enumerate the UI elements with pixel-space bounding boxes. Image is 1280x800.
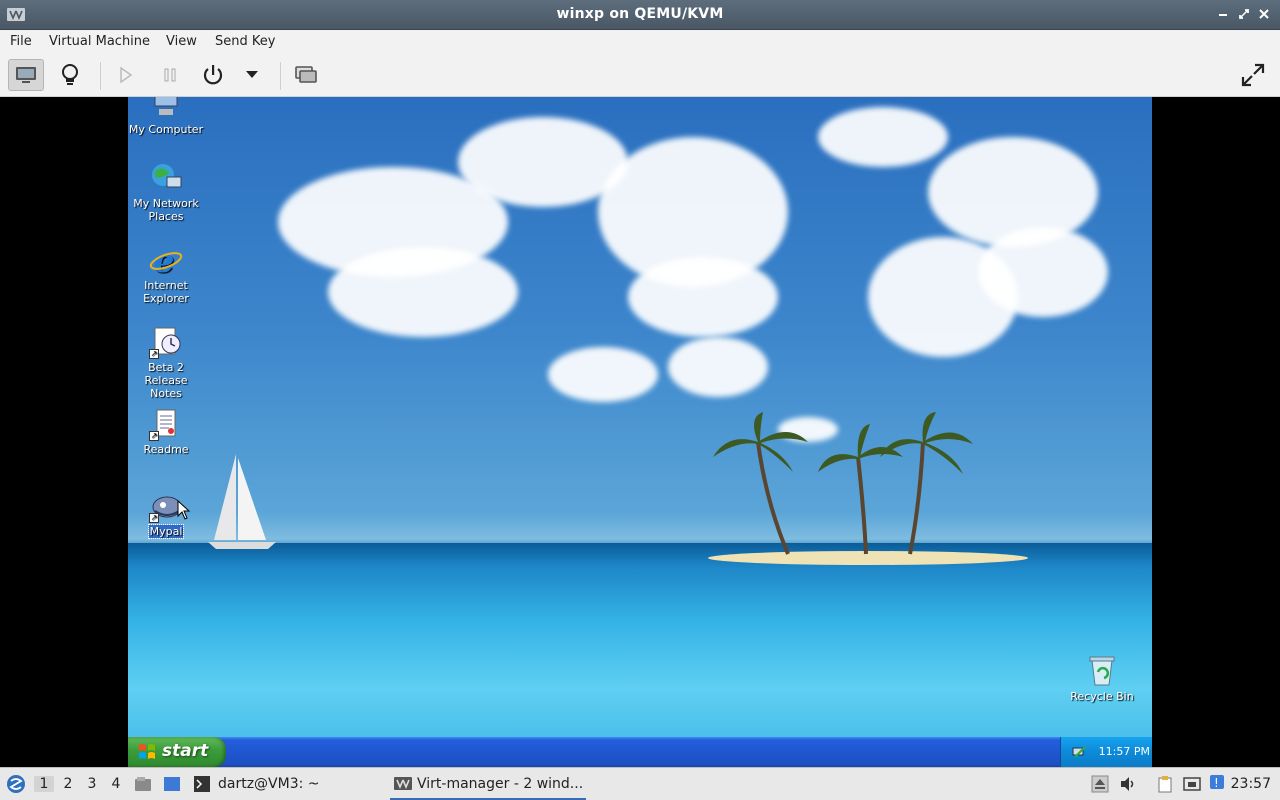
pause-button[interactable] xyxy=(152,59,188,91)
task-label: Virt-manager - 2 wind... xyxy=(417,776,584,792)
network-icon[interactable] xyxy=(1183,775,1201,793)
sailboat xyxy=(208,454,276,549)
fullscreen-icon xyxy=(1241,63,1265,87)
desktop-icon-label: Internet Explorer xyxy=(143,279,189,305)
cloud xyxy=(628,257,778,337)
shutdown-menu-button[interactable] xyxy=(234,59,270,91)
shortcut-arrow-icon: ↗ xyxy=(149,431,159,441)
svg-text:e: e xyxy=(154,243,174,277)
workspace-3[interactable]: 3 xyxy=(82,776,102,792)
cloud xyxy=(928,137,1098,247)
readme-icon: ↗ xyxy=(149,407,183,441)
shortcut-arrow-icon: ↗ xyxy=(149,513,159,523)
host-panel: 1 2 3 4 dartz@VM3: ~ Virt-manager - 2 wi… xyxy=(0,767,1280,800)
cloud xyxy=(548,347,658,402)
desktop-icon-label: Readme xyxy=(143,443,189,456)
pause-icon xyxy=(164,68,176,82)
details-button[interactable] xyxy=(52,59,88,91)
task-virt-manager[interactable]: Virt-manager - 2 wind... xyxy=(390,768,586,800)
desktop-icon-my-network-places[interactable]: My Network Places xyxy=(128,161,206,223)
start-label: start xyxy=(162,741,209,761)
close-icon[interactable] xyxy=(1257,7,1271,21)
desktop-icon-label: Beta 2 Release Notes xyxy=(144,361,188,400)
palm-trees xyxy=(713,412,973,555)
toolbar xyxy=(0,54,1280,97)
recycle-bin-icon xyxy=(1085,654,1119,688)
toolbar-separator xyxy=(100,62,101,90)
desktop-icon-label: Mypal xyxy=(147,524,185,539)
clipboard-icon[interactable] xyxy=(1156,775,1174,793)
computer-icon xyxy=(149,97,183,121)
sea xyxy=(128,543,1152,737)
workspace-2[interactable]: 2 xyxy=(58,776,78,792)
xp-system-tray: 11:57 PM xyxy=(1060,737,1152,767)
lightbulb-icon xyxy=(62,64,78,85)
eject-icon[interactable] xyxy=(1091,775,1109,793)
shortcut-arrow-icon: ↗ xyxy=(149,349,159,359)
desktop-icon-readme[interactable]: ↗ Readme xyxy=(128,407,206,456)
dropdown-arrow-icon xyxy=(246,71,258,78)
menu-view[interactable]: View xyxy=(166,34,197,49)
desktop-icon-label: Recycle Bin xyxy=(1070,690,1134,703)
console-icon xyxy=(16,67,36,83)
app-menu-icon[interactable] xyxy=(6,774,26,794)
network-tray-icon[interactable] xyxy=(1071,744,1087,760)
xp-clock: 11:57 PM xyxy=(1098,745,1150,758)
workspace-1[interactable]: 1 xyxy=(34,776,54,792)
toolbar-separator xyxy=(280,62,281,90)
desktop-icon[interactable] xyxy=(163,775,181,793)
window-titlebar: winxp on QEMU/KVM xyxy=(0,0,1280,30)
menu-virtual-machine[interactable]: Virtual Machine xyxy=(49,34,150,49)
network-places-icon xyxy=(149,161,183,195)
windows-logo-icon xyxy=(139,744,155,759)
volume-icon[interactable] xyxy=(1119,775,1137,793)
desktop-icon-my-computer[interactable]: My Computer xyxy=(128,97,206,136)
power-icon xyxy=(203,65,223,85)
desktop-icon-beta-2-release-notes[interactable]: ↗ Beta 2 Release Notes xyxy=(128,325,206,400)
guest-desktop[interactable]: My Computer My Network Places e Internet… xyxy=(128,97,1152,767)
shutdown-button[interactable] xyxy=(195,59,231,91)
console-button[interactable] xyxy=(8,59,44,91)
virt-manager-icon xyxy=(394,777,412,790)
menu-file[interactable]: File xyxy=(10,34,32,49)
desktop-icon-label: My Computer xyxy=(128,123,204,136)
file-manager-icon[interactable] xyxy=(134,775,152,793)
menu-bar: File Virtual Machine View Send Key xyxy=(0,30,1280,54)
xp-taskbar: start 11:57 PM xyxy=(128,737,1152,767)
svg-text:!: ! xyxy=(1214,776,1219,790)
task-terminal[interactable]: dartz@VM3: ~ xyxy=(192,768,382,800)
start-button[interactable]: start xyxy=(128,737,226,767)
terminal-icon xyxy=(194,776,210,792)
fullscreen-button[interactable] xyxy=(1235,59,1271,91)
desktop-icon-recycle-bin[interactable]: Recycle Bin xyxy=(1062,654,1142,703)
internet-explorer-icon: e xyxy=(149,242,183,280)
snapshot-button[interactable] xyxy=(288,59,324,91)
panel-clock: 23:57 xyxy=(1230,776,1271,792)
cloud xyxy=(818,107,948,167)
mouse-cursor-icon xyxy=(177,500,191,520)
desktop-icon-mypal[interactable]: ↗ Mypal xyxy=(128,489,206,539)
cloud xyxy=(328,247,518,337)
task-label: dartz@VM3: ~ xyxy=(218,776,320,792)
menu-send-key[interactable]: Send Key xyxy=(215,34,275,49)
workspace-4[interactable]: 4 xyxy=(106,776,126,792)
snapshot-icon xyxy=(295,66,317,83)
cloud xyxy=(978,227,1108,317)
window-title: winxp on QEMU/KVM xyxy=(556,6,724,22)
run-button[interactable] xyxy=(108,59,144,91)
minimize-icon[interactable] xyxy=(1216,7,1230,21)
maximize-icon[interactable] xyxy=(1237,7,1251,21)
updates-icon[interactable]: ! xyxy=(1209,774,1225,790)
release-notes-icon: ↗ xyxy=(149,325,183,359)
cloud xyxy=(668,337,768,397)
play-icon xyxy=(120,67,133,83)
desktop-icon-label: My Network Places xyxy=(133,197,199,223)
desktop-icon-internet-explorer[interactable]: e Internet Explorer xyxy=(128,242,206,305)
